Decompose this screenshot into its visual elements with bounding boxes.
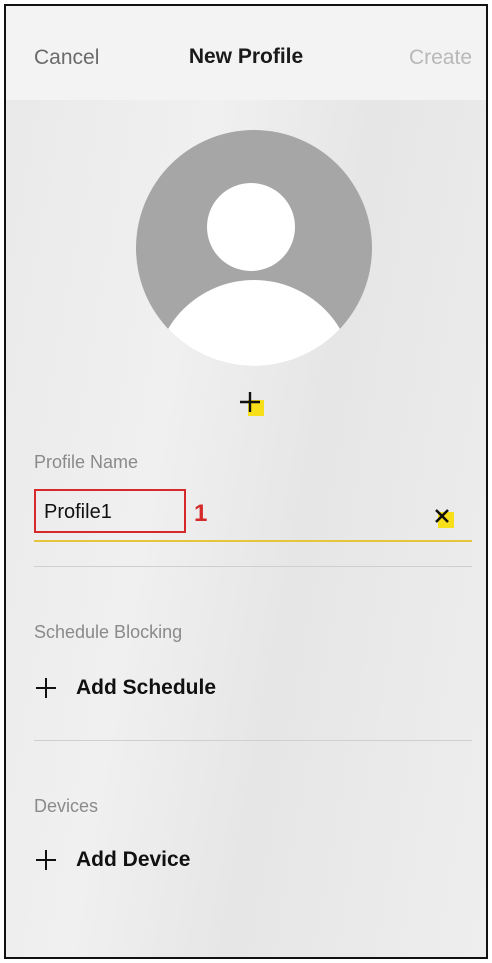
clear-input-button[interactable] xyxy=(430,504,458,532)
profile-name-input[interactable]: Profile1 xyxy=(34,489,186,533)
create-button[interactable]: Create xyxy=(409,46,472,70)
add-photo-plus-icon xyxy=(240,392,260,412)
screen-frame: Cancel New Profile Create Profile Name P… xyxy=(4,4,488,959)
divider xyxy=(34,566,472,567)
step-number-badge: 1 xyxy=(194,500,208,527)
schedule-blocking-label: Schedule Blocking xyxy=(34,622,183,642)
add-schedule-button[interactable]: Add Schedule xyxy=(34,670,254,706)
top-bar: Cancel New Profile Create xyxy=(6,6,486,100)
add-photo-button[interactable] xyxy=(236,388,266,418)
profile-name-label: Profile Name xyxy=(34,452,139,472)
input-underline xyxy=(34,540,472,542)
plus-icon xyxy=(36,850,56,870)
divider xyxy=(34,740,472,741)
avatar-body-shape xyxy=(154,280,354,366)
devices-label: Devices xyxy=(34,796,99,816)
add-schedule-label: Add Schedule xyxy=(76,676,217,699)
clear-x-icon xyxy=(435,509,449,523)
add-device-button[interactable]: Add Device xyxy=(34,842,234,878)
avatar-head-shape xyxy=(207,183,295,271)
avatar-placeholder[interactable] xyxy=(136,130,372,366)
add-device-label: Add Device xyxy=(76,848,191,871)
plus-icon xyxy=(36,678,56,698)
